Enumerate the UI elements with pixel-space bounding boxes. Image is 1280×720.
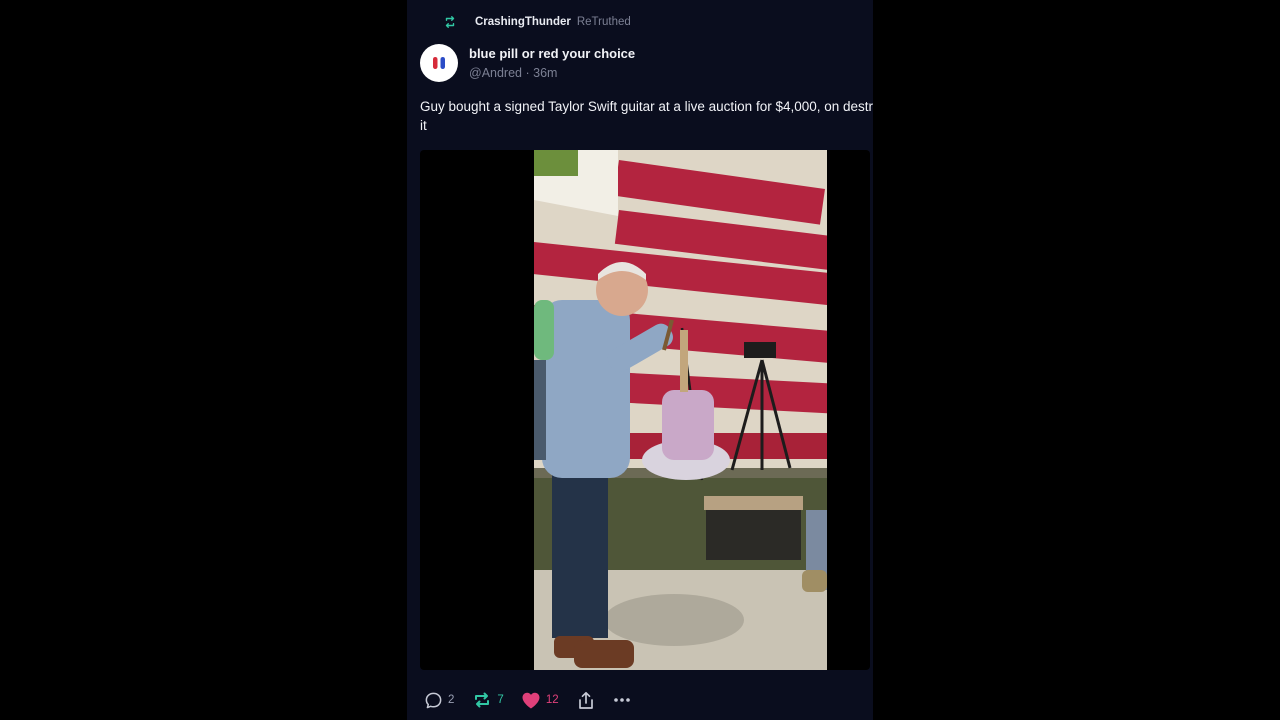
like-count: 12 bbox=[545, 694, 559, 706]
like-button[interactable]: 12 bbox=[521, 691, 559, 710]
avatar[interactable] bbox=[420, 44, 458, 82]
retruth-count: 7 bbox=[497, 694, 504, 706]
reply-icon bbox=[425, 692, 442, 708]
share-icon bbox=[578, 691, 593, 709]
retruth-icon bbox=[445, 16, 455, 28]
post-text: Guy bought a signed Taylor Swift guitar … bbox=[420, 99, 873, 133]
author-row: blue pill or red your choice @Andred · 3… bbox=[420, 44, 635, 82]
post-time: 36m bbox=[533, 65, 558, 80]
retruth-username[interactable]: CrashingThunder bbox=[475, 16, 571, 28]
post-card: CrashingThunder ReTruthed blue pill or r… bbox=[407, 0, 873, 720]
retruth-button[interactable]: 7 bbox=[472, 690, 504, 710]
display-name[interactable]: blue pill or red your choice bbox=[469, 45, 635, 63]
handle-line: @Andred · 36m bbox=[469, 64, 635, 82]
more-icon bbox=[613, 698, 630, 702]
more-options-button[interactable] bbox=[613, 697, 631, 703]
video-frame bbox=[534, 150, 827, 670]
retruth-icon bbox=[475, 692, 490, 708]
action-bar: 2 7 12 bbox=[424, 688, 631, 712]
reply-count: 2 bbox=[448, 694, 455, 706]
retruth-label: ReTruthed bbox=[576, 16, 631, 28]
heart-icon bbox=[522, 692, 540, 708]
share-button[interactable] bbox=[577, 691, 595, 710]
meta-separator: · bbox=[525, 65, 530, 80]
author-meta: blue pill or red your choice @Andred · 3… bbox=[469, 45, 635, 82]
reply-button[interactable]: 2 bbox=[424, 691, 454, 710]
pill-logo-icon bbox=[433, 57, 445, 69]
handle[interactable]: @Andred bbox=[469, 66, 522, 80]
video-player[interactable] bbox=[420, 150, 870, 670]
retruth-header: CrashingThunder ReTruthed bbox=[443, 13, 631, 31]
